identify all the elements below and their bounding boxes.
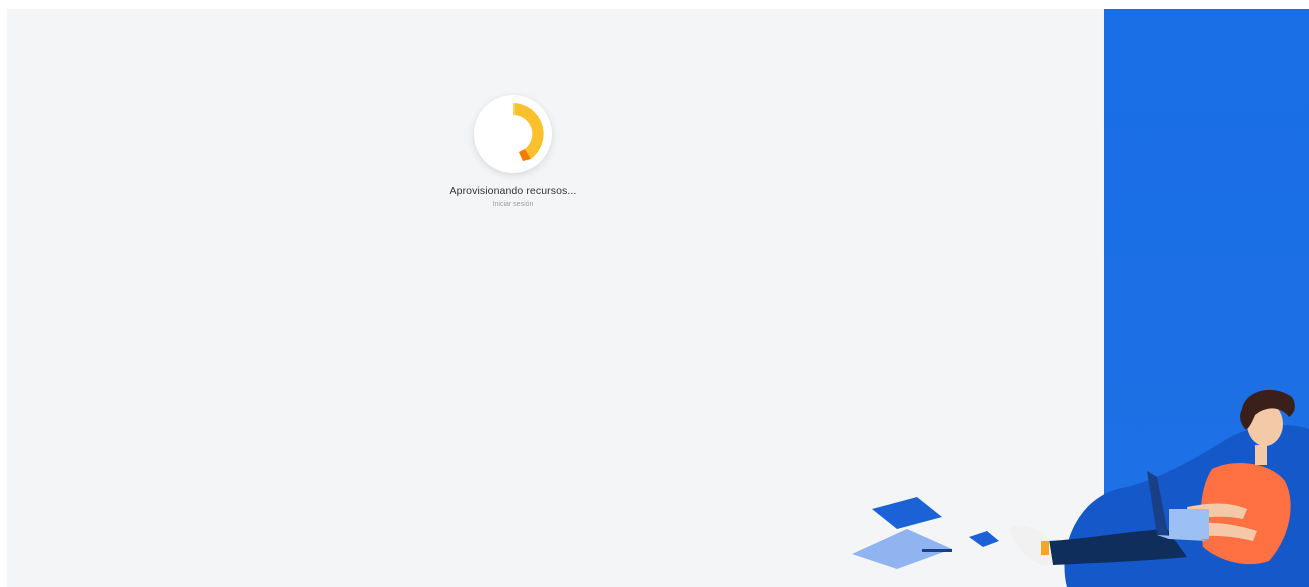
paper-dark-icon: [872, 497, 942, 529]
spinner-icon: [474, 95, 552, 173]
loading-status-text: Aprovisionando recursos...: [449, 185, 577, 197]
person-with-laptop-illustration: [852, 389, 1309, 587]
loading-indicator: Aprovisionando recursos... Iniciar sesió…: [397, 95, 629, 208]
pen-icon: [922, 549, 952, 552]
small-paper-icon: [969, 531, 999, 547]
page-frame: Aprovisionando recursos... Iniciar sesió…: [7, 9, 1309, 587]
sign-in-label: Iniciar sesión: [492, 201, 534, 208]
laptop-body: [1169, 509, 1209, 539]
